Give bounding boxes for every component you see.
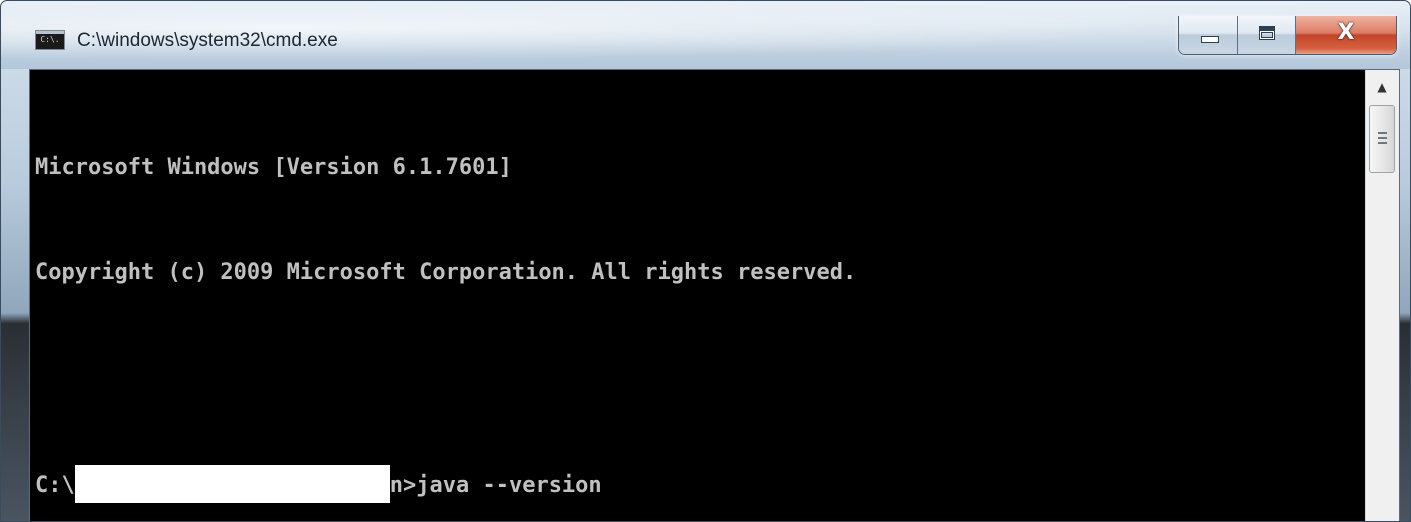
console-output[interactable]: Microsoft Windows [Version 6.1.7601] Cop…: [30, 70, 1365, 521]
cmd-window: C:\. C:\windows\system32\cmd.exe X Micro…: [0, 0, 1411, 522]
close-button[interactable]: X: [1296, 16, 1396, 54]
maximize-button[interactable]: [1238, 16, 1296, 54]
redacted-path: [74, 465, 390, 503]
prompt-prefix: C:\: [35, 473, 75, 498]
console-app-icon[interactable]: C:\.: [35, 30, 65, 50]
console-line-copyright: Copyright (c) 2009 Microsoft Corporation…: [35, 260, 857, 285]
console-line-version: Microsoft Windows [Version 6.1.7601]: [35, 155, 512, 180]
scroll-up-arrow-icon[interactable]: ▲: [1368, 73, 1396, 101]
scroll-thumb[interactable]: [1369, 105, 1395, 173]
window-title: C:\windows\system32\cmd.exe: [77, 30, 338, 51]
console-line-command: C:\ n>java --version: [35, 465, 1365, 503]
close-icon: X: [1337, 20, 1355, 45]
grip-icon: [1378, 132, 1387, 144]
prompt-command: n>java --version: [389, 473, 602, 498]
title-bar[interactable]: C:\. C:\windows\system32\cmd.exe X: [1, 1, 1410, 69]
window-controls: X: [1178, 16, 1397, 55]
maximize-icon: [1259, 26, 1275, 40]
minimize-icon: [1201, 36, 1219, 43]
minimize-button[interactable]: [1179, 16, 1238, 54]
console-frame: Microsoft Windows [Version 6.1.7601] Cop…: [29, 69, 1400, 521]
console-line-blank: [35, 360, 1365, 395]
vertical-scrollbar[interactable]: ▲: [1365, 70, 1399, 521]
